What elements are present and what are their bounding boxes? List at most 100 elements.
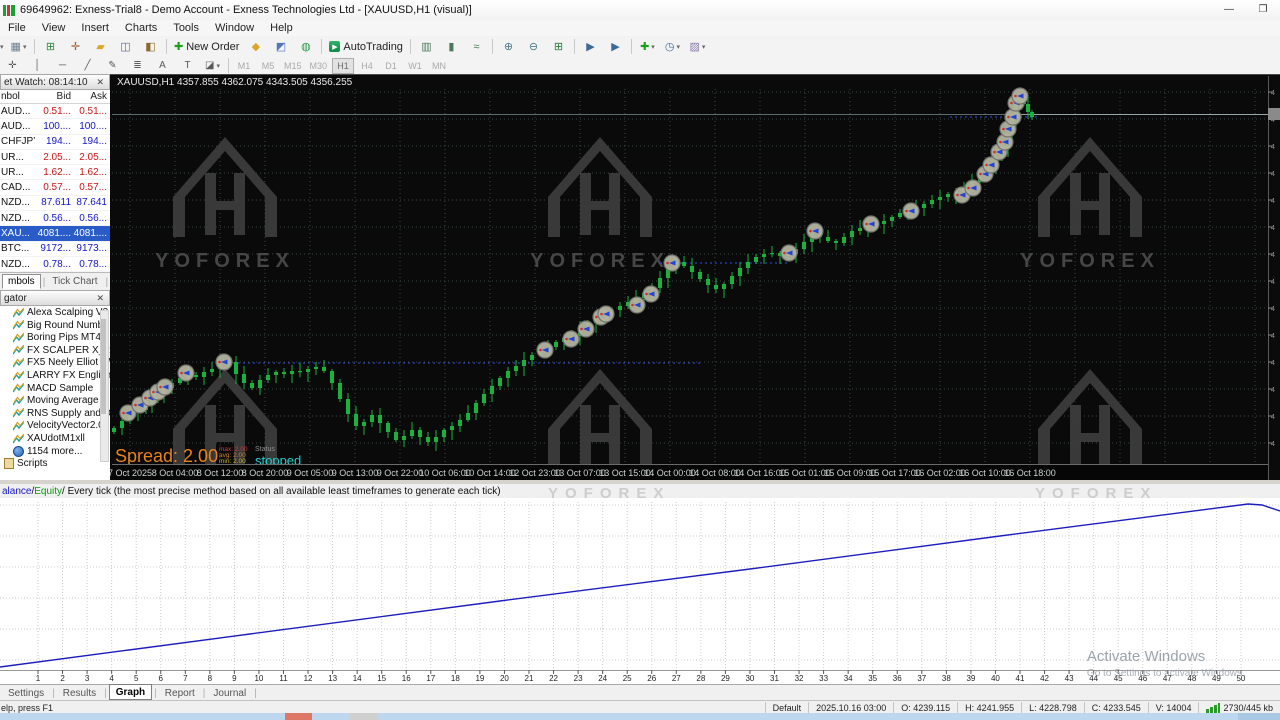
zoom-in-button[interactable]: ⊕ xyxy=(497,37,520,56)
navigator-item[interactable]: Big Round Numb xyxy=(0,319,110,332)
close-icon[interactable]: ✕ xyxy=(94,293,106,304)
timeframe-w1[interactable]: W1 xyxy=(404,58,426,74)
new-order-button[interactable]: ✚ New Order xyxy=(171,37,242,56)
periods-button[interactable]: ◷ ▾ xyxy=(661,37,684,56)
menu-item-help[interactable]: Help xyxy=(262,21,301,35)
chart-profile-button[interactable]: ▦ ▾ xyxy=(7,37,30,56)
crosshair-button[interactable]: ✛ xyxy=(64,37,87,56)
market-watch-row[interactable]: XAU... 4081.... 4081.... xyxy=(0,226,110,242)
market-watch-row[interactable]: AUD... 100.... 100.... xyxy=(0,119,110,135)
menu-item-charts[interactable]: Charts xyxy=(117,21,165,35)
equity-curve-chart[interactable]: 1 2 3 4 5 6 7 8 9 10 11 12 13 14 15 16 17 18 19 20 21 22 23 24 2… xyxy=(0,498,1280,684)
navigator-item[interactable]: Moving Average xyxy=(0,394,110,407)
market-watch-row[interactable]: UR... 1.62... 1.62... xyxy=(0,165,110,181)
tester-tab-settings[interactable]: Settings xyxy=(2,687,50,700)
trendline-tool[interactable]: ╱ xyxy=(76,56,99,75)
navigator-item[interactable]: Boring Pips MT4_ xyxy=(0,331,110,344)
help-globe-button[interactable]: ◍ xyxy=(294,37,317,56)
clipped-dropdown-icon[interactable]: ▾ xyxy=(0,38,6,55)
navigator-button[interactable]: ◧ xyxy=(139,37,162,56)
market-watch-row[interactable]: CAD... 0.57... 0.57... xyxy=(0,180,110,196)
taskbar-item[interactable] xyxy=(1238,713,1280,720)
column-bid[interactable]: Bid xyxy=(35,91,71,102)
candlestick-button[interactable]: ▮ xyxy=(440,37,463,56)
market-watch-row[interactable]: NZD... 0.56... 0.56... xyxy=(0,211,110,227)
profiles-button[interactable]: ▰ xyxy=(89,37,112,56)
market-watch-row[interactable]: BTC... 9172... 9173... xyxy=(0,242,110,257)
ask-cell: 4081.... xyxy=(73,228,107,240)
navigator-item[interactable]: XAUdotM1xll xyxy=(0,432,110,445)
navigator-item-scripts[interactable]: Scripts xyxy=(0,457,110,470)
crosshair-tool[interactable]: ✛ xyxy=(1,56,24,75)
line-chart-button[interactable]: ≈ xyxy=(465,37,488,56)
close-icon[interactable]: ✕ xyxy=(94,77,106,88)
channel-tool[interactable]: ≣ xyxy=(126,56,149,75)
taskbar-sliver[interactable] xyxy=(0,713,1280,720)
terminal-button[interactable]: ◩ xyxy=(269,37,292,56)
vertical-line-tool[interactable]: │ xyxy=(26,56,49,75)
navigator-scrollbar[interactable] xyxy=(100,310,109,463)
timeframe-m5[interactable]: M5 xyxy=(257,58,279,74)
market-watch-row[interactable]: NZD... 0.78... 0.78... xyxy=(0,257,110,273)
tile-windows-button[interactable]: ⊞ xyxy=(547,37,570,56)
timeframe-m1[interactable]: M1 xyxy=(233,58,255,74)
timeframe-h4[interactable]: H4 xyxy=(356,58,378,74)
market-watch-row[interactable]: NZD... 87.611 87.641 xyxy=(0,196,110,212)
navigator-item[interactable]: LARRY FX English xyxy=(0,369,110,382)
menu-item-tools[interactable]: Tools xyxy=(165,21,207,35)
navigator-item[interactable]: VelocityVector2.0 xyxy=(0,420,110,433)
price-chart[interactable]: YOFOREXYOFOREXYOFOREXYOFOREXYOFOREXYOFOR… xyxy=(110,75,1280,481)
autotrading-button[interactable]: ▶ AutoTrading xyxy=(326,37,406,56)
menu-item-view[interactable]: View xyxy=(34,21,74,35)
bar-chart-button[interactable]: ▥ xyxy=(415,37,438,56)
fibonacci-tool[interactable]: ✎ xyxy=(101,56,124,75)
text-tool[interactable]: A xyxy=(151,56,174,75)
timeframe-h1[interactable]: H1 xyxy=(332,57,355,74)
market-watch-row[interactable]: CHFJPY 194... 194... xyxy=(0,135,110,150)
timeframe-d1[interactable]: D1 xyxy=(380,58,402,74)
market-watch-row[interactable]: AUD... 0.51... 0.51... xyxy=(0,104,110,120)
new-chart-button[interactable]: ⊞ xyxy=(39,37,62,56)
templates-button[interactable]: ▨ ▾ xyxy=(686,37,709,56)
column-ask[interactable]: Ask xyxy=(71,91,107,102)
taskbar-item[interactable] xyxy=(350,713,378,720)
indicators-button[interactable]: ✚ ▾ xyxy=(636,37,659,56)
menu-item-insert[interactable]: Insert xyxy=(73,21,117,35)
market-watch-row[interactable]: UR... 2.05... 2.05... xyxy=(0,150,110,166)
menu-item-window[interactable]: Window xyxy=(207,21,262,35)
tester-play-button[interactable]: ▶ xyxy=(579,37,602,56)
data-window-button[interactable]: ◫ xyxy=(114,37,137,56)
navigator-item-more[interactable]: 1154 more... xyxy=(0,445,110,458)
navigator-item[interactable]: FX5 Neely Elliot W xyxy=(0,357,110,370)
chart-window[interactable]: YOFOREXYOFOREXYOFOREXYOFOREXYOFOREXYOFOR… xyxy=(110,74,1280,481)
zoom-out-button[interactable]: ⊖ xyxy=(522,37,545,56)
tester-tab-report[interactable]: Report xyxy=(159,687,201,700)
market-watch-header[interactable]: et Watch: 08:14:10 ✕ xyxy=(0,74,110,90)
timeframe-m15[interactable]: M15 xyxy=(281,58,305,74)
market-watch-tab-symbols[interactable]: mbols xyxy=(2,274,41,290)
column-symbol[interactable]: nbol xyxy=(0,91,35,102)
market-watch-column-headers[interactable]: nbol Bid Ask xyxy=(0,90,110,104)
navigator-item[interactable]: MACD Sample xyxy=(0,382,110,395)
maximize-button[interactable]: ❐ xyxy=(1250,2,1276,18)
tester-tab-journal[interactable]: Journal xyxy=(207,687,252,700)
navigator-item[interactable]: FX SCALPER X_2.0 xyxy=(0,344,110,357)
timeframe-mn[interactable]: MN xyxy=(428,58,450,74)
menu-item-file[interactable]: File xyxy=(0,21,34,35)
shapes-tool[interactable]: ◪ ▾ xyxy=(201,56,224,75)
metaeditor-button[interactable]: ◆ xyxy=(244,37,267,56)
navigator-item[interactable]: RNS Supply and D xyxy=(0,407,110,420)
label-tool[interactable]: T xyxy=(176,56,199,75)
market-watch-tab-tick-chart[interactable]: Tick Chart xyxy=(46,274,103,289)
horizontal-line-tool[interactable]: ─ xyxy=(51,56,74,75)
tester-step-button[interactable]: ▶ xyxy=(604,37,627,56)
tester-tab-graph[interactable]: Graph xyxy=(108,684,153,700)
navigator-header[interactable]: gator ✕ xyxy=(0,290,110,307)
taskbar-item[interactable] xyxy=(285,713,312,720)
svg-text:4: 4 xyxy=(1271,441,1275,448)
tester-tab-results[interactable]: Results xyxy=(57,687,102,700)
navigator-item[interactable]: Alexa Scalping V3 xyxy=(0,306,110,319)
minimize-button[interactable]: — xyxy=(1216,2,1242,18)
timeframe-m30[interactable]: M30 xyxy=(307,58,331,74)
tester-graph-panel[interactable]: 1 2 3 4 5 6 7 8 9 10 11 12 13 14 15 16 17 18 19 20 21 22 23 24 2… xyxy=(0,498,1280,684)
